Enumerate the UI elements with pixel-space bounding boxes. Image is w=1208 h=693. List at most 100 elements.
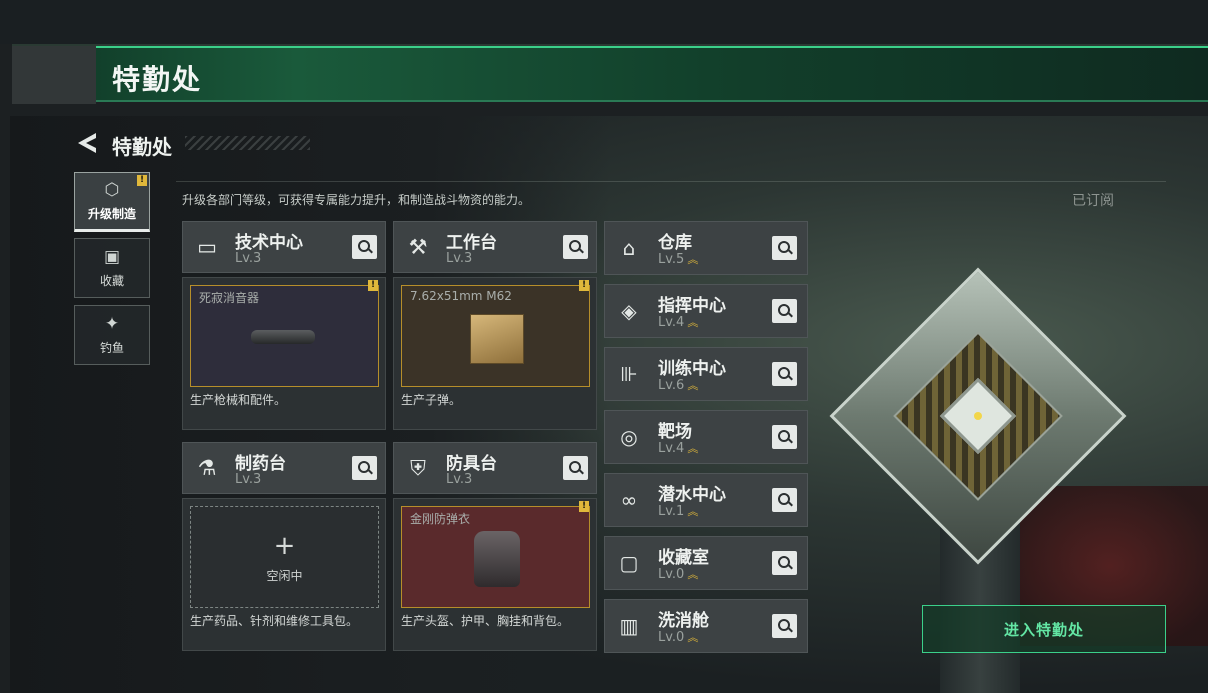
card-workbench-slot[interactable]: 7.62x51mm M62 ! 生产子弹。 bbox=[393, 277, 597, 430]
card-name: 技术中心 bbox=[235, 233, 303, 253]
search-icon[interactable] bbox=[772, 488, 797, 512]
alert-badge: ! bbox=[579, 501, 589, 512]
idle-label: 空闲中 bbox=[266, 569, 303, 583]
room-level: Lv.0 ︽ bbox=[658, 629, 698, 645]
room-collection-room[interactable]: ▢ 收藏室 Lv.0 ︽ bbox=[604, 536, 808, 590]
room-name: 指挥中心 bbox=[658, 296, 726, 316]
room-level: Lv.5 ︽ bbox=[658, 251, 698, 267]
upgrade-arrow-icon: ︽ bbox=[687, 568, 699, 581]
search-icon[interactable] bbox=[352, 235, 377, 259]
room-name: 训练中心 bbox=[658, 359, 726, 379]
slot-item-name: 7.62x51mm M62 bbox=[410, 289, 512, 303]
room-shooting-range[interactable]: ◎ 靶场 Lv.4 ︽ bbox=[604, 410, 808, 464]
body-armor-image bbox=[474, 531, 520, 587]
display-case-icon: ▢ bbox=[619, 551, 639, 575]
card-description: 生产子弹。 bbox=[401, 393, 462, 407]
room-name: 仓库 bbox=[658, 233, 692, 253]
nav-label: 升级制造 bbox=[87, 206, 136, 221]
card-tech-center-slot[interactable]: 死寂消音器 ! 生产枪械和配件。 bbox=[182, 277, 386, 430]
nav-fishing[interactable]: ✦ 钓鱼 bbox=[74, 305, 150, 365]
ammo-box-image bbox=[470, 314, 524, 364]
room-level: Lv.0 ︽ bbox=[658, 566, 698, 582]
room-command-center[interactable]: ◈ 指挥中心 Lv.4 ︽ bbox=[604, 284, 808, 338]
upgrade-arrow-icon: ︽ bbox=[687, 316, 699, 329]
microscope-icon: ⚗ bbox=[197, 456, 217, 480]
craft-slot[interactable]: 死寂消音器 ! bbox=[190, 280, 379, 387]
top-bar bbox=[0, 0, 1208, 44]
divider bbox=[176, 181, 1166, 182]
upgrade-arrow-icon: ︽ bbox=[687, 379, 699, 392]
craft-slot[interactable]: 金刚防弹衣 ! bbox=[401, 501, 590, 608]
banner-green-bar bbox=[96, 46, 1208, 102]
card-description: 生产药品、针剂和维修工具包。 bbox=[190, 614, 359, 628]
card-armor-bench[interactable]: ⛨ 防具台 Lv.3 bbox=[393, 442, 597, 494]
room-training-center[interactable]: ⊪ 训练中心 Lv.6 ︽ bbox=[604, 347, 808, 401]
nav-upgrade-craft[interactable]: ⬡ 升级制造 ! bbox=[74, 172, 150, 232]
search-icon[interactable] bbox=[772, 614, 797, 638]
search-icon[interactable] bbox=[772, 425, 797, 449]
card-level: Lv.3 bbox=[235, 472, 262, 487]
room-level-value: Lv.0 bbox=[658, 567, 685, 582]
room-level-value: Lv.0 bbox=[658, 630, 685, 645]
card-description: 生产枪械和配件。 bbox=[190, 393, 287, 407]
card-pharmacy[interactable]: ⚗ 制药台 Lv.3 bbox=[182, 442, 386, 494]
room-level-value: Lv.6 bbox=[658, 378, 685, 393]
subscribed-label[interactable]: 已订阅 bbox=[1072, 190, 1114, 210]
card-tech-center[interactable]: ▭ 技术中心 Lv.3 bbox=[182, 221, 386, 273]
craft-slot[interactable]: 7.62x51mm M62 ! bbox=[401, 280, 590, 387]
search-icon[interactable] bbox=[772, 551, 797, 575]
upgrade-arrow-icon: ︽ bbox=[687, 253, 699, 266]
upgrade-arrow-icon: ︽ bbox=[687, 505, 699, 518]
room-level: Lv.4 ︽ bbox=[658, 440, 698, 456]
alert-badge: ! bbox=[137, 175, 147, 186]
card-armor-bench-slot[interactable]: 金刚防弹衣 ! 生产头盔、护甲、胸挂和背包。 bbox=[393, 498, 597, 651]
target-icon: ◎ bbox=[620, 425, 638, 449]
room-level: Lv.6 ︽ bbox=[658, 377, 698, 393]
card-name: 工作台 bbox=[446, 233, 497, 253]
banner-title: 特勤处 bbox=[112, 63, 203, 96]
upgrade-icon: ⬡ bbox=[104, 179, 120, 200]
room-name: 收藏室 bbox=[658, 548, 709, 568]
back-arrow-icon[interactable] bbox=[76, 131, 98, 155]
hologram-cube bbox=[828, 266, 1128, 566]
armor-icon: ⛨ bbox=[410, 456, 426, 480]
slot-item-name: 金刚防弹衣 bbox=[410, 512, 471, 526]
room-level: Lv.4 ︽ bbox=[658, 314, 698, 330]
card-level: Lv.3 bbox=[235, 251, 262, 266]
room-diving-center[interactable]: ∞ 潜水中心 Lv.1 ︽ bbox=[604, 473, 808, 527]
monitor-icon: ▭ bbox=[197, 235, 217, 259]
search-icon[interactable] bbox=[563, 456, 588, 480]
card-name: 制药台 bbox=[235, 454, 286, 474]
search-icon[interactable] bbox=[352, 456, 377, 480]
room-level-value: Lv.5 bbox=[658, 252, 685, 267]
search-icon[interactable] bbox=[772, 299, 797, 323]
banner-accent bbox=[12, 46, 96, 104]
search-icon[interactable] bbox=[563, 235, 588, 259]
nav-collection[interactable]: ▣ 收藏 bbox=[74, 238, 150, 298]
room-warehouse[interactable]: ⌂ 仓库 Lv.5 ︽ bbox=[604, 221, 808, 275]
add-icon: + bbox=[273, 531, 296, 561]
page-title: 特勤处 bbox=[112, 135, 172, 159]
upgrade-arrow-icon: ︽ bbox=[687, 442, 699, 455]
decon-chamber-icon: ▥ bbox=[619, 614, 639, 638]
card-name: 防具台 bbox=[446, 454, 497, 474]
chip-icon: ◈ bbox=[621, 299, 637, 323]
slot-item-name: 死寂消音器 bbox=[199, 291, 260, 305]
tools-icon: ⚒ bbox=[408, 235, 428, 259]
nav-label: 钓鱼 bbox=[99, 340, 124, 355]
dumbbell-icon: ⊪ bbox=[620, 362, 638, 386]
warehouse-icon: ⌂ bbox=[622, 236, 636, 260]
craft-slot-empty[interactable]: + 空闲中 bbox=[190, 506, 379, 608]
room-decon-chamber[interactable]: ▥ 洗消舱 Lv.0 ︽ bbox=[604, 599, 808, 653]
card-pharmacy-slot[interactable]: + 空闲中 生产药品、针剂和维修工具包。 bbox=[182, 498, 386, 651]
enter-special-ops-button[interactable]: 进入特勤处 bbox=[922, 605, 1166, 653]
title-decoration bbox=[185, 136, 310, 150]
card-workbench[interactable]: ⚒ 工作台 Lv.3 bbox=[393, 221, 597, 273]
room-name: 洗消舱 bbox=[658, 611, 709, 631]
search-icon[interactable] bbox=[772, 236, 797, 260]
room-level-value: Lv.4 bbox=[658, 441, 685, 456]
banner: 特勤处 bbox=[12, 44, 1208, 104]
collection-icon: ▣ bbox=[103, 246, 121, 267]
diving-mask-icon: ∞ bbox=[620, 488, 638, 512]
search-icon[interactable] bbox=[772, 362, 797, 386]
